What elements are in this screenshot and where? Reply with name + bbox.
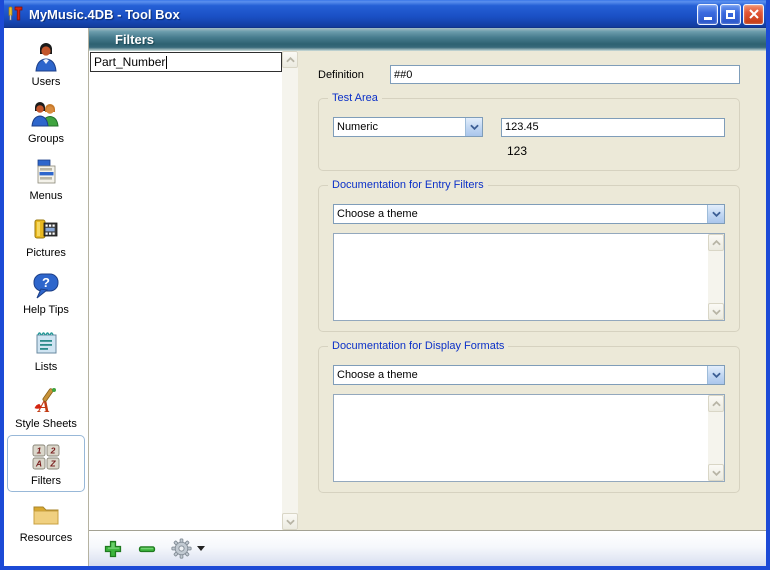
test-area-title: Test Area bbox=[328, 92, 382, 104]
list-scrollbar[interactable] bbox=[282, 51, 298, 530]
sidebar-item-menus[interactable]: Menus bbox=[4, 150, 88, 207]
display-docs-group: Documentation for Display Formats Choose… bbox=[318, 346, 740, 493]
chevron-down-icon bbox=[712, 211, 721, 217]
display-docs-textarea[interactable] bbox=[334, 395, 708, 481]
maximize-button[interactable] bbox=[720, 4, 741, 25]
sidebar-item-help-tips[interactable]: ? Help Tips bbox=[4, 264, 88, 321]
sidebar-item-users[interactable]: Users bbox=[4, 36, 88, 93]
minus-icon bbox=[137, 539, 157, 559]
filter-editor-pane: Definition Test Area Numeric bbox=[298, 51, 766, 530]
svg-text:Z: Z bbox=[49, 458, 56, 468]
dropdown-button[interactable] bbox=[465, 118, 482, 136]
remove-filter-button[interactable] bbox=[135, 537, 159, 561]
entry-theme-select[interactable]: Choose a theme bbox=[333, 204, 725, 224]
actions-button[interactable] bbox=[169, 537, 193, 561]
display-docs-scrollbar[interactable] bbox=[708, 395, 724, 481]
sidebar-item-resources[interactable]: Resources bbox=[4, 492, 88, 549]
test-result: 123 bbox=[507, 144, 725, 158]
menus-icon bbox=[30, 156, 62, 188]
entry-docs-group: Documentation for Entry Filters Choose a… bbox=[318, 185, 740, 332]
display-theme-value: Choose a theme bbox=[334, 366, 707, 384]
minimize-button[interactable] bbox=[697, 4, 718, 25]
gear-icon bbox=[171, 538, 192, 559]
scroll-up-button[interactable] bbox=[282, 51, 298, 68]
definition-label: Definition bbox=[318, 69, 390, 81]
filters-icon: 12 AZ bbox=[30, 441, 62, 473]
lists-icon bbox=[30, 327, 62, 359]
sidebar-item-label: Users bbox=[32, 76, 61, 88]
filter-list-items[interactable]: Part_Number bbox=[89, 51, 282, 530]
svg-text:A: A bbox=[35, 458, 42, 468]
sidebar-item-label: Resources bbox=[20, 532, 73, 544]
chevron-down-icon bbox=[712, 470, 721, 476]
sidebar-item-pictures[interactable]: Pictures bbox=[4, 207, 88, 264]
users-icon bbox=[30, 42, 62, 74]
chevron-down-icon bbox=[286, 519, 295, 525]
chevron-down-icon bbox=[712, 372, 721, 378]
sidebar-item-label: Lists bbox=[35, 361, 58, 373]
bottom-toolbar bbox=[89, 530, 766, 566]
sidebar: Users Groups bbox=[4, 28, 89, 566]
display-theme-select[interactable]: Choose a theme bbox=[333, 365, 725, 385]
chevron-up-icon bbox=[286, 57, 295, 63]
chevron-up-icon bbox=[712, 401, 721, 407]
minimize-icon bbox=[704, 17, 712, 20]
toolbox-icon bbox=[6, 5, 24, 23]
pictures-icon bbox=[30, 213, 62, 245]
window-title: MyMusic.4DB - Tool Box bbox=[29, 7, 697, 22]
style-sheets-icon: A bbox=[30, 384, 62, 416]
filter-name-edit[interactable]: Part_Number bbox=[90, 52, 282, 72]
test-area-group: Test Area Numeric 123 bbox=[318, 98, 740, 171]
scroll-up-button[interactable] bbox=[708, 234, 724, 251]
display-docs-title: Documentation for Display Formats bbox=[328, 340, 508, 352]
plus-icon bbox=[103, 539, 123, 559]
test-value-input[interactable] bbox=[501, 118, 725, 137]
svg-text:?: ? bbox=[42, 275, 50, 290]
maximize-icon bbox=[726, 10, 735, 19]
toolbox-window: MyMusic.4DB - Tool Box Users bbox=[0, 0, 770, 570]
dropdown-button[interactable] bbox=[707, 205, 724, 223]
title-bar: MyMusic.4DB - Tool Box bbox=[0, 0, 770, 28]
help-tips-icon: ? bbox=[30, 270, 62, 302]
definition-input[interactable] bbox=[390, 65, 740, 84]
sidebar-item-lists[interactable]: Lists bbox=[4, 321, 88, 378]
svg-text:1: 1 bbox=[37, 445, 42, 455]
sidebar-item-style-sheets[interactable]: A Style Sheets bbox=[4, 378, 88, 435]
close-button[interactable] bbox=[743, 4, 764, 25]
resources-icon bbox=[30, 498, 62, 530]
sidebar-item-label: Style Sheets bbox=[15, 418, 77, 430]
test-type-value: Numeric bbox=[334, 118, 465, 136]
dropdown-button[interactable] bbox=[707, 366, 724, 384]
sidebar-item-label: Pictures bbox=[26, 247, 66, 259]
filter-name-text: Part_Number bbox=[94, 55, 165, 69]
chevron-up-icon bbox=[712, 240, 721, 246]
svg-text:2: 2 bbox=[50, 445, 56, 455]
sidebar-item-label: Menus bbox=[29, 190, 62, 202]
scroll-down-button[interactable] bbox=[708, 464, 724, 481]
page-title: Filters bbox=[115, 32, 154, 47]
actions-dropdown-caret[interactable] bbox=[197, 546, 205, 551]
chevron-down-icon bbox=[470, 124, 479, 130]
sidebar-item-filters[interactable]: 12 AZ Filters bbox=[7, 435, 85, 492]
sidebar-item-label: Groups bbox=[28, 133, 64, 145]
scroll-down-button[interactable] bbox=[282, 513, 298, 530]
groups-icon bbox=[30, 99, 62, 131]
entry-docs-textarea[interactable] bbox=[334, 234, 708, 320]
text-caret bbox=[166, 56, 167, 69]
test-type-select[interactable]: Numeric bbox=[333, 117, 483, 137]
entry-docs-title: Documentation for Entry Filters bbox=[328, 179, 488, 191]
filter-list: Part_Number bbox=[89, 51, 298, 530]
sidebar-item-groups[interactable]: Groups bbox=[4, 93, 88, 150]
sidebar-item-label: Help Tips bbox=[23, 304, 69, 316]
entry-theme-value: Choose a theme bbox=[334, 205, 707, 223]
add-filter-button[interactable] bbox=[101, 537, 125, 561]
scroll-down-button[interactable] bbox=[708, 303, 724, 320]
chevron-down-icon bbox=[712, 309, 721, 315]
close-icon bbox=[749, 9, 759, 19]
sidebar-item-label: Filters bbox=[31, 475, 61, 487]
scroll-up-button[interactable] bbox=[708, 395, 724, 412]
page-title-banner: Filters bbox=[89, 28, 766, 51]
entry-docs-scrollbar[interactable] bbox=[708, 234, 724, 320]
